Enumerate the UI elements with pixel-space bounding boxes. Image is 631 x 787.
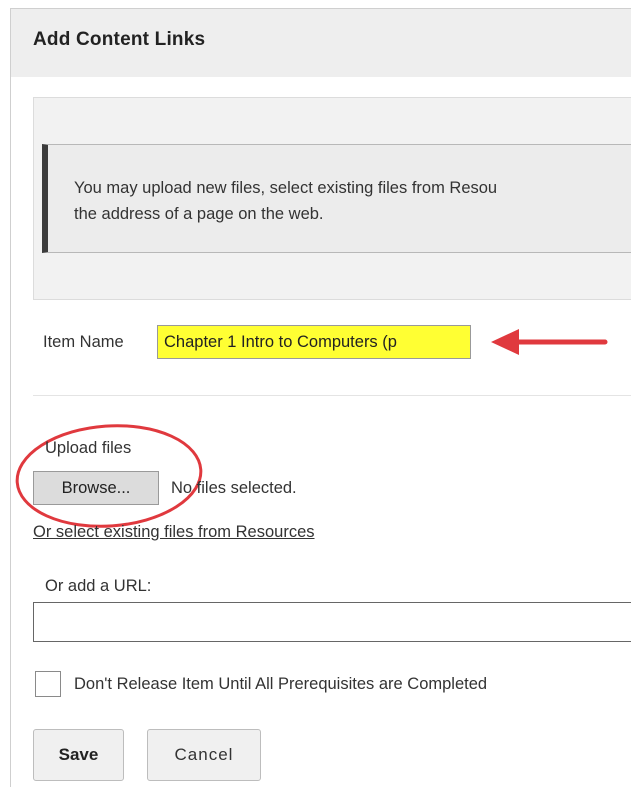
info-message-line-2: the address of a page on the web.: [74, 205, 324, 223]
browse-button[interactable]: Browse...: [33, 471, 159, 505]
section-divider: [33, 395, 631, 396]
file-status-text: No files selected.: [171, 479, 297, 497]
prerequisites-checkbox[interactable]: [35, 671, 61, 697]
info-panel: You may upload new files, select existin…: [33, 97, 631, 300]
left-arrow-icon: [491, 329, 608, 355]
select-from-resources-link[interactable]: Or select existing files from Resources: [33, 523, 315, 542]
info-message-box: You may upload new files, select existin…: [42, 144, 631, 253]
prerequisites-label: Don't Release Item Until All Prerequisit…: [74, 675, 488, 693]
upload-files-label: Upload files: [45, 439, 132, 457]
page-title: Add Content Links: [33, 29, 206, 50]
info-message-line-1: You may upload new files, select existin…: [74, 179, 498, 197]
dialog-header: Add Content Links: [11, 9, 631, 77]
cancel-button[interactable]: Cancel: [147, 729, 261, 781]
item-name-input[interactable]: Chapter 1 Intro to Computers (p: [157, 325, 471, 359]
add-url-label: Or add a URL:: [45, 577, 152, 595]
info-message: You may upload new files, select existin…: [74, 175, 631, 227]
add-content-links-dialog: Add Content Links You may upload new fil…: [10, 8, 631, 787]
item-name-label: Item Name: [43, 333, 124, 351]
save-button[interactable]: Save: [33, 729, 124, 781]
url-input[interactable]: [33, 602, 631, 642]
